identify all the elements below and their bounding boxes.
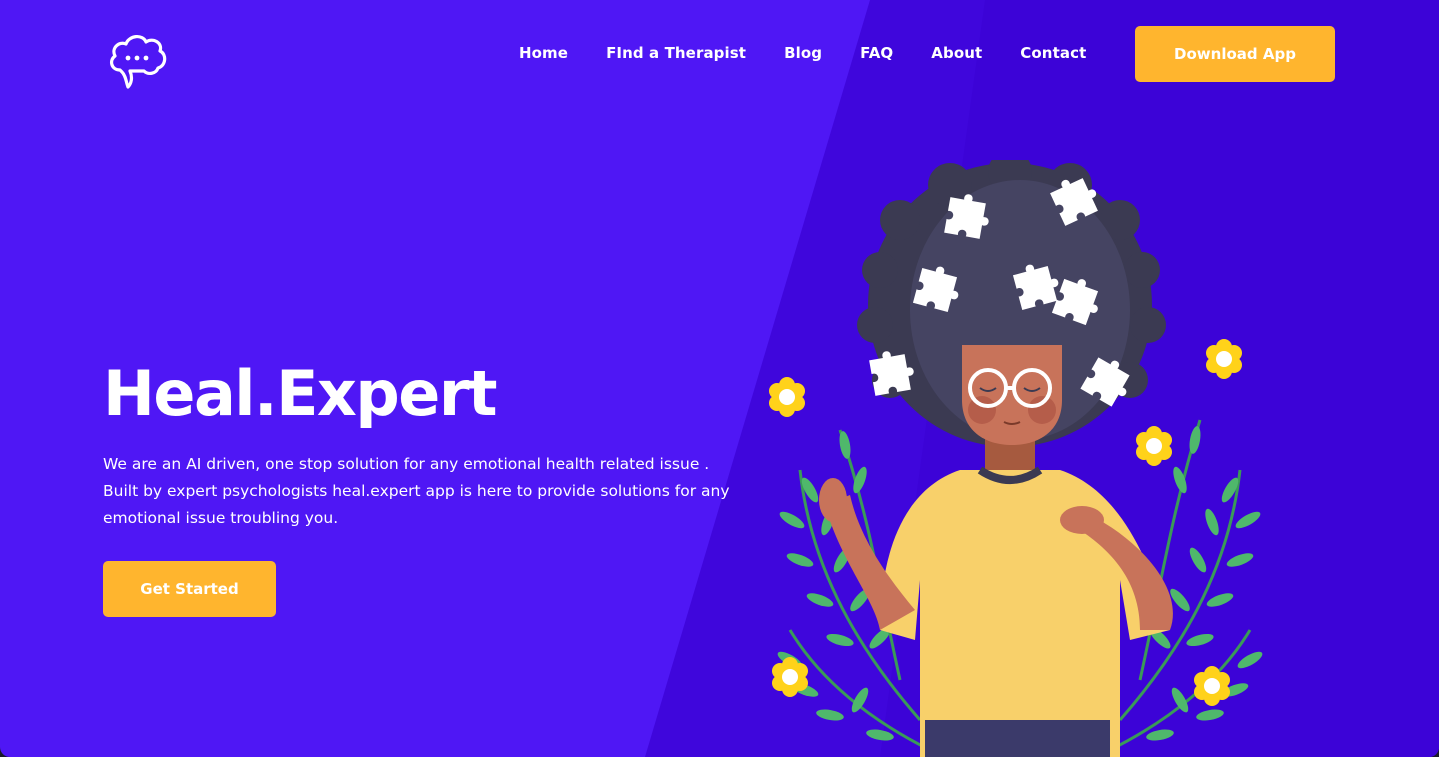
nav-faq[interactable]: FAQ bbox=[860, 44, 893, 62]
face bbox=[962, 345, 1062, 445]
nav-contact[interactable]: Contact bbox=[1020, 44, 1086, 62]
hero-title: Heal.Expert bbox=[103, 357, 498, 430]
hero-illustration bbox=[769, 160, 1265, 757]
nav-home[interactable]: Home bbox=[519, 44, 568, 62]
flower-icon bbox=[1194, 666, 1230, 706]
flower-icon bbox=[769, 377, 805, 417]
get-started-button[interactable]: Get Started bbox=[103, 561, 276, 617]
hero-description: We are an AI driven, one stop solution f… bbox=[103, 455, 730, 527]
landing-page: Home FInd a Therapist Blog FAQ About Con… bbox=[0, 0, 1439, 757]
nav-blog[interactable]: Blog bbox=[784, 44, 822, 62]
flower-icon bbox=[1206, 339, 1242, 379]
download-app-button[interactable]: Download App bbox=[1135, 26, 1335, 82]
main-nav: Home FInd a Therapist Blog FAQ About Con… bbox=[500, 44, 1105, 62]
nav-about[interactable]: About bbox=[931, 44, 982, 62]
flower-icon bbox=[1136, 426, 1172, 466]
chat-cloud-icon[interactable] bbox=[106, 30, 170, 92]
nav-find-therapist[interactable]: FInd a Therapist bbox=[606, 44, 746, 62]
